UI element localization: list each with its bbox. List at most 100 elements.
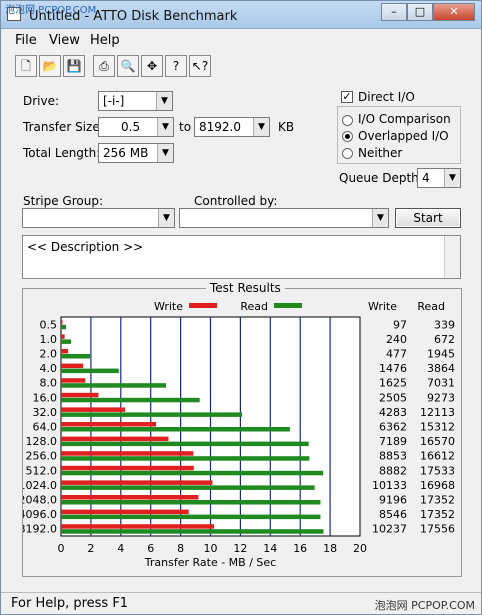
kb-label: KB [278, 120, 295, 134]
transfer-to-select[interactable]: 8192.0 ▼ [194, 117, 270, 137]
transfer-from-select[interactable]: 0.5 ▼ [98, 117, 174, 137]
read-bar [61, 485, 315, 490]
start-button[interactable]: Start [395, 208, 461, 228]
chevron-down-icon: ▼ [253, 118, 269, 136]
drive-select[interactable]: [-i-] ▼ [98, 91, 173, 111]
write-value: 8882 [379, 464, 407, 477]
category-label: 1024.0 [23, 479, 57, 492]
write-bar [61, 349, 69, 354]
window-title: Untitled - ATTO Disk Benchmark [29, 9, 238, 24]
legend-write-swatch [189, 303, 217, 308]
write-bar [61, 465, 194, 471]
chevron-down-icon: ▼ [444, 169, 460, 187]
read-value: 17352 [420, 494, 455, 507]
x-tick-label: 6 [147, 542, 154, 555]
write-bar [61, 509, 189, 515]
menu-bar: File View Help [1, 30, 481, 52]
description-box[interactable]: << Description >> [22, 235, 461, 279]
print-icon[interactable]: ⎙ [93, 55, 115, 77]
category-label: 2.0 [40, 348, 58, 361]
write-value: 10133 [372, 479, 407, 492]
direct-io-checkbox[interactable]: ✓ [341, 91, 353, 103]
category-label: 2048.0 [23, 494, 57, 507]
write-value: 8546 [379, 508, 407, 521]
read-value: 16570 [420, 435, 455, 448]
x-tick-label: 0 [58, 542, 65, 555]
read-bar [61, 324, 67, 330]
legend-read-label: Read [240, 300, 268, 313]
category-label: 256.0 [26, 450, 58, 463]
maximize-icon[interactable]: □ [407, 3, 433, 21]
write-bar [61, 319, 63, 325]
write-value: 8853 [379, 450, 407, 463]
legend-read-swatch [274, 303, 302, 308]
context-help-icon[interactable]: ↖? [189, 55, 211, 77]
read-value: 1945 [427, 348, 455, 361]
description-scrollbar[interactable] [444, 236, 460, 278]
write-value: 4283 [379, 406, 407, 419]
write-value: 240 [386, 333, 407, 346]
chevron-down-icon: ▼ [156, 92, 172, 110]
write-value: 6362 [379, 421, 407, 434]
x-tick-label: 10 [204, 542, 218, 555]
description-text: << Description >> [27, 240, 144, 254]
close-icon[interactable]: ✕ [433, 3, 475, 21]
read-value: 17556 [420, 523, 455, 536]
new-icon[interactable]: 🗋 [15, 55, 37, 77]
controlled-by-select[interactable]: ▼ [179, 208, 389, 228]
minimize-icon[interactable]: – [381, 3, 407, 21]
queue-depth-value: 4 [422, 171, 430, 185]
category-label: 16.0 [33, 391, 58, 404]
read-bar [61, 441, 309, 447]
app-window: 泡泡网 PCPOP.COM Untitled - ATTO Disk Bench… [0, 0, 482, 615]
queue-depth-label: Queue Depth: [339, 171, 423, 185]
read-bar [61, 354, 91, 359]
io-comparison-label: I/O Comparison [358, 112, 451, 126]
chevron-down-icon: ▼ [157, 118, 173, 136]
drive-label: Drive: [23, 94, 60, 108]
write-bar [61, 480, 213, 485]
queue-depth-select[interactable]: 4 ▼ [417, 168, 461, 188]
transfer-size-label: Transfer Size: [23, 120, 104, 134]
print-preview-icon[interactable]: 🔍 [117, 55, 139, 77]
menu-file[interactable]: File [15, 33, 37, 48]
read-value: 7031 [427, 377, 455, 390]
category-label: 1.0 [40, 333, 58, 346]
menu-help[interactable]: Help [90, 33, 120, 48]
total-length-value: 256 MB [103, 146, 149, 160]
category-label: 8.0 [40, 377, 58, 390]
total-length-select[interactable]: 256 MB ▼ [98, 143, 174, 163]
category-label: 64.0 [33, 421, 58, 434]
write-value: 97 [393, 318, 407, 331]
status-bar: For Help, press F1 泡泡网 PCPOP.COM [1, 592, 481, 614]
toolbar: 🗋 📂 💾 ⎙ 🔍 ✥ ? ↖? [15, 55, 213, 79]
menu-view[interactable]: View [49, 33, 80, 48]
move-icon[interactable]: ✥ [141, 55, 163, 77]
category-label: 0.5 [40, 318, 58, 331]
read-value: 17352 [420, 508, 455, 521]
io-comparison-radio[interactable] [342, 115, 353, 126]
category-label: 128.0 [26, 435, 58, 448]
read-bar [61, 529, 324, 534]
read-value: 3864 [427, 362, 455, 375]
read-bar [61, 397, 200, 403]
x-tick-label: 20 [353, 542, 367, 555]
drive-value: [-i-] [103, 94, 125, 108]
open-icon[interactable]: 📂 [39, 55, 61, 77]
stripe-group-select[interactable]: ▼ [22, 208, 175, 228]
read-bar [61, 456, 310, 461]
help-icon[interactable]: ? [165, 55, 187, 77]
window-controls: – □ ✕ [381, 3, 475, 21]
read-bar [61, 500, 321, 505]
category-label: 32.0 [33, 406, 58, 419]
chevron-down-icon: ▼ [372, 209, 388, 227]
write-bar [61, 451, 194, 456]
chevron-down-icon: ▼ [157, 144, 173, 162]
write-value: 2505 [379, 391, 407, 404]
save-icon[interactable]: 💾 [63, 55, 85, 77]
write-bar [61, 436, 169, 442]
overlapped-io-radio[interactable] [342, 131, 353, 142]
neither-radio[interactable] [342, 148, 353, 159]
test-results-group: Test Results 0 2 4 6 8 10 12 14 16 18 20 Write Read W… [22, 281, 462, 577]
read-bar [61, 368, 119, 374]
